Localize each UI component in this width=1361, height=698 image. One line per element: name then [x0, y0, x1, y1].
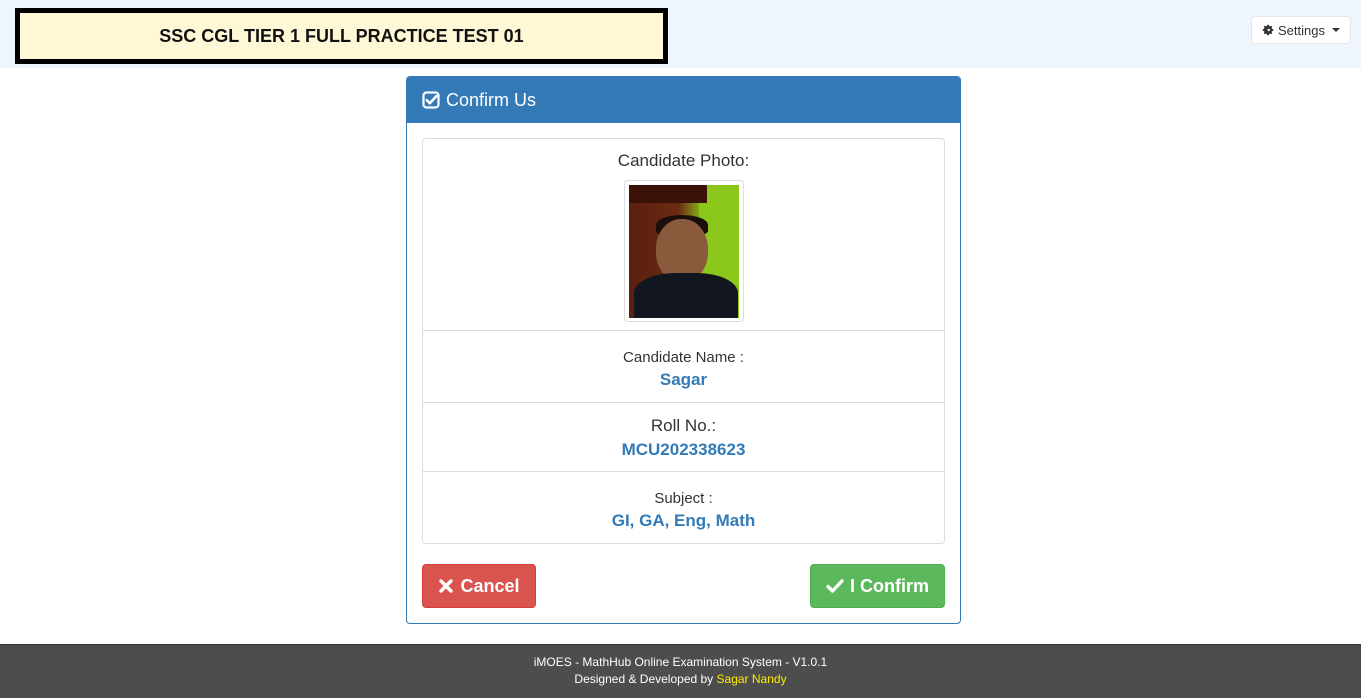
- exam-title: SSC CGL TIER 1 FULL PRACTICE TEST 01: [15, 8, 668, 64]
- footer: iMOES - MathHub Online Examination Syste…: [0, 644, 1361, 698]
- top-bar: SSC CGL TIER 1 FULL PRACTICE TEST 01 Set…: [0, 0, 1361, 68]
- confirm-button[interactable]: I Confirm: [810, 564, 945, 608]
- gear-icon: [1262, 24, 1274, 36]
- photo-label: Candidate Photo:: [617, 151, 750, 170]
- candidate-info-box: Candidate Photo: Candidate Name : Sagar …: [422, 138, 945, 544]
- close-icon: [438, 578, 454, 594]
- candidate-photo-frame: [623, 180, 744, 322]
- subject-label: Subject :: [654, 490, 713, 507]
- settings-button[interactable]: Settings: [1251, 16, 1351, 44]
- candidate-photo: [628, 185, 739, 318]
- cancel-label: Cancel: [460, 575, 520, 596]
- subject-row: Subject : GI, GA, Eng, Math: [423, 472, 944, 543]
- caret-down-icon: [1332, 28, 1340, 32]
- panel-title: Confirm Us: [446, 89, 537, 110]
- footer-credit: Designed & Developed by Sagar Nandy: [0, 671, 1361, 688]
- name-label: Candidate Name :: [623, 349, 744, 366]
- roll-row: Roll No.: MCU202338623: [423, 403, 944, 472]
- settings-label: Settings: [1278, 22, 1325, 38]
- check-icon: [826, 578, 844, 594]
- name-value: Sagar: [659, 370, 708, 389]
- panel-heading: Confirm Us: [407, 77, 960, 123]
- roll-label: Roll No.:: [650, 416, 717, 435]
- roll-value: MCU202338623: [621, 440, 746, 459]
- photo-row: Candidate Photo:: [423, 139, 944, 331]
- confirm-panel: Confirm Us Candidate Photo: Candidate Na…: [406, 76, 961, 624]
- footer-author: Sagar Nandy: [716, 672, 787, 686]
- footer-credit-prefix: Designed & Developed by: [574, 672, 714, 686]
- footer-system-name: iMOES - MathHub Online Examination Syste…: [533, 655, 828, 669]
- subject-value: GI, GA, Eng, Math: [611, 511, 756, 530]
- confirm-label: I Confirm: [850, 575, 929, 596]
- cancel-button[interactable]: Cancel: [422, 564, 536, 608]
- name-row: Candidate Name : Sagar: [423, 331, 944, 403]
- check-square-icon: [422, 91, 440, 109]
